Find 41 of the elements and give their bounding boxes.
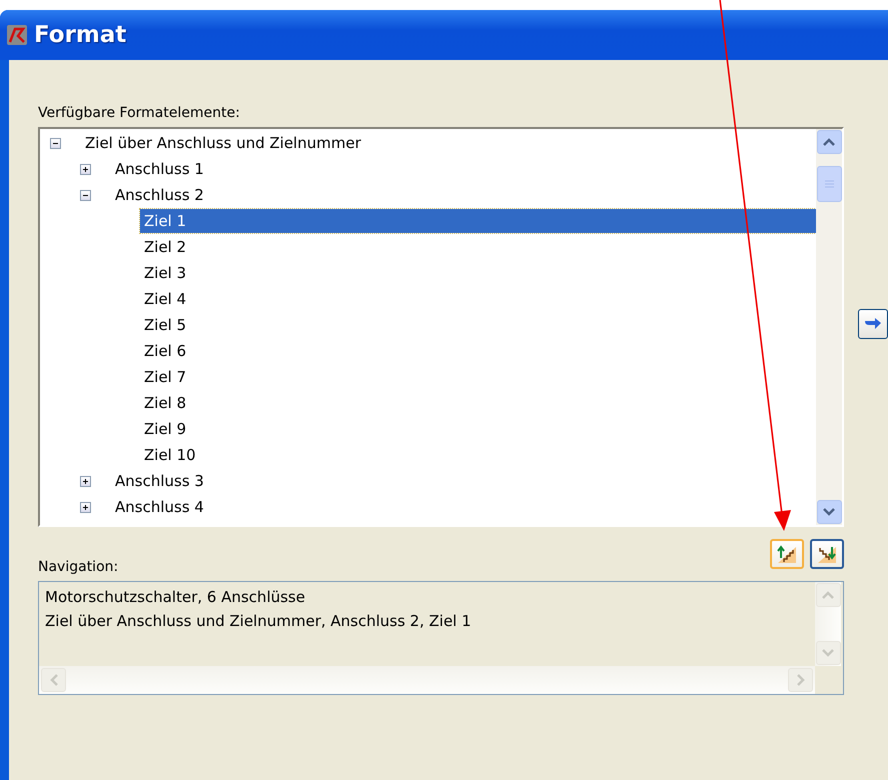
scroll-up-button[interactable] [816,130,842,154]
chevron-up-icon [822,591,834,599]
expand-icon[interactable] [80,476,91,486]
tree-item[interactable]: Anschluss 4 [111,495,208,519]
add-button[interactable] [858,309,888,339]
tree-item[interactable]: Ziel 6 [140,339,190,363]
tree-item[interactable]: Ziel 7 [140,365,190,389]
tree-item[interactable]: Ziel 1 [140,209,816,233]
move-up-button[interactable] [770,539,804,569]
chevron-down-icon [822,649,834,657]
app-icon [6,24,28,46]
expand-icon[interactable] [80,164,91,174]
tree-item[interactable]: Ziel 3 [140,261,190,285]
tree-item[interactable]: Ziel 2 [140,235,190,259]
chevron-up-icon [823,138,835,146]
tree-item[interactable]: Ziel 4 [140,287,190,311]
stairs-up-icon [776,544,798,564]
chevron-right-icon [796,674,804,686]
tree-item[interactable]: Ziel 8 [140,391,190,415]
tree-label: Verfügbare Formatelemente: [38,104,241,123]
tree-item[interactable]: Ziel über Anschluss und Zielnummer [81,131,365,155]
window-title: Format [34,22,126,48]
navigation-line: Motorschutzschalter, 6 Anschlüsse [45,587,306,607]
tree-item[interactable]: Anschluss 1 [111,157,208,181]
tree-item[interactable]: Ziel 9 [140,417,190,441]
chevron-down-icon [823,508,835,516]
navigation-label: Navigation: [38,558,120,577]
scroll-down-button[interactable] [816,500,842,524]
expand-icon[interactable] [80,502,91,512]
move-down-button[interactable] [810,539,844,569]
collapse-icon[interactable] [50,138,61,148]
tree-item[interactable]: Ziel 5 [140,313,190,337]
chevron-left-icon [50,674,58,686]
tree-item[interactable]: Anschluss 3 [111,469,208,493]
tree-item[interactable]: Anschluss 2 [111,183,208,207]
arrow-right-icon [864,317,882,331]
navigation-line: Ziel über Anschluss und Zielnummer, Anschluss 2, Ziel 1 [45,611,472,631]
stairs-down-icon [816,544,838,564]
tree-item[interactable]: Ziel 10 [140,443,200,467]
collapse-icon[interactable] [80,190,91,200]
scroll-thumb[interactable] [816,166,842,202]
